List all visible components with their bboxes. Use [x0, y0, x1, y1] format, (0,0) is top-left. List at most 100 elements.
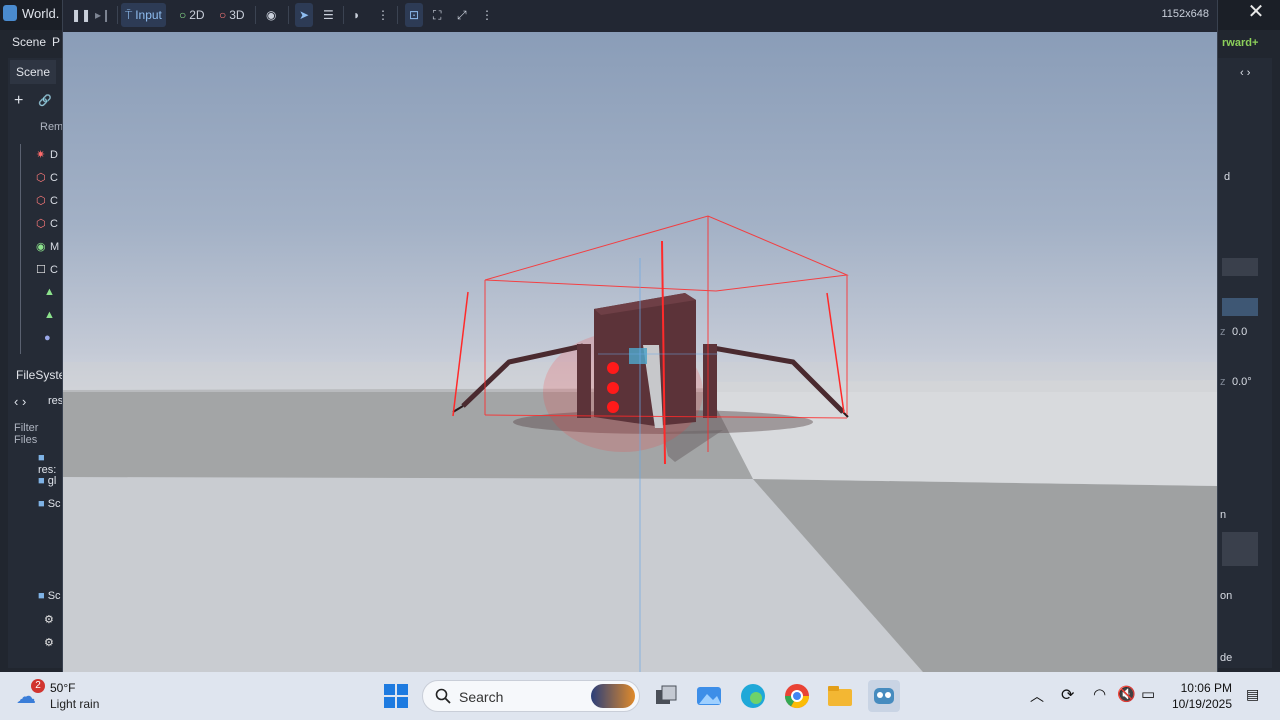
- robot-pillar: [577, 344, 591, 418]
- select-tool-button[interactable]: ➤: [295, 3, 314, 27]
- tree-item-label: D: [50, 149, 58, 161]
- list-icon: ☰: [323, 8, 334, 22]
- tree-item[interactable]: ⬡ C: [8, 192, 58, 214]
- folder-icon: ■: [38, 498, 45, 510]
- camera-icon: ☐: [36, 264, 46, 276]
- stretch-icon: ⤢: [457, 7, 467, 22]
- gear-icon: ⚙: [44, 614, 54, 626]
- fixed-size-button[interactable]: ⊡: [405, 3, 424, 27]
- mode-2d-label: 2D: [189, 8, 205, 22]
- game-window: ❚❚ ▸❙ ⍑ Input ○ 2D ○ 3D ◉ ➤ ☰ ◗ ⋮ ⊡ ⛶ ⤢ …: [62, 0, 1218, 672]
- value-field[interactable]: 0.0°: [1232, 376, 1252, 388]
- renderer-label[interactable]: rward+: [1222, 37, 1258, 49]
- folder-label: gl: [47, 475, 57, 487]
- tab-scene[interactable]: Scene: [10, 60, 57, 84]
- back-icon[interactable]: ‹ ›: [14, 394, 26, 409]
- separator: [343, 6, 344, 24]
- tree-item[interactable]: ⬡ C: [8, 169, 58, 191]
- notification-icon[interactable]: ▤: [1246, 686, 1259, 703]
- list-select-button[interactable]: ☰: [319, 3, 338, 27]
- taskbar-search[interactable]: Search: [422, 680, 640, 712]
- weather-desc: Light rain: [50, 697, 100, 711]
- close-icon[interactable]: ✕: [1246, 2, 1266, 22]
- tree-item[interactable]: ☐ C: [8, 261, 58, 283]
- keep-aspect-button[interactable]: ⛶: [429, 3, 445, 27]
- pin-icon: ⍑: [125, 7, 133, 22]
- task-view-button[interactable]: [650, 680, 682, 712]
- left-dock: Scene + 🔗 Rem ✷ D ⬡ C ⬡ C ⬡ C ◉ M ☐ C ▲ …: [8, 58, 76, 668]
- chrome-app[interactable]: [781, 680, 813, 712]
- light-icon: ✷: [36, 149, 46, 161]
- inspector-label: de: [1220, 652, 1233, 664]
- search-placeholder: Search: [459, 689, 504, 705]
- person-icon: ▲: [44, 286, 55, 298]
- clock-time[interactable]: 10:06 PM: [1181, 681, 1232, 695]
- start-button[interactable]: [380, 680, 412, 712]
- editor-title: World.: [22, 6, 60, 21]
- clock-date[interactable]: 10/19/2025: [1172, 697, 1232, 711]
- separator: [255, 6, 256, 24]
- volume-muted-icon[interactable]: 🔇: [1117, 685, 1136, 703]
- windows-icon: [384, 684, 408, 708]
- folder-icon: ■: [38, 475, 45, 487]
- history-icon[interactable]: ‹ ›: [1240, 67, 1250, 79]
- menu-scene[interactable]: Scene: [12, 35, 46, 49]
- mode-2d-button[interactable]: ○ 2D: [175, 3, 209, 27]
- add-node-icon[interactable]: +: [14, 92, 23, 110]
- mode-3d-button[interactable]: ○ 3D: [215, 3, 249, 27]
- inspector-field[interactable]: [1222, 548, 1258, 566]
- camera-override-button[interactable]: ◗: [349, 3, 364, 27]
- scene-render: [63, 215, 1217, 672]
- path-field[interactable]: res: [48, 395, 63, 407]
- folder-icon: ■: [38, 452, 45, 464]
- tree-item-label: C: [50, 195, 58, 207]
- input-button[interactable]: ⍑ Input: [121, 3, 166, 27]
- input-label: Input: [135, 8, 162, 22]
- value-field[interactable]: 0.0: [1232, 326, 1247, 338]
- stretch-button[interactable]: ⤢: [453, 3, 471, 27]
- tab-remote[interactable]: Rem: [40, 121, 63, 133]
- axis-z-label: z: [1220, 326, 1226, 338]
- chevron-up-icon[interactable]: ︿: [1030, 686, 1044, 706]
- folder-item[interactable]: ■ Sc: [38, 590, 61, 602]
- battery-icon[interactable]: ▭: [1141, 685, 1155, 703]
- photos-app[interactable]: [693, 680, 725, 712]
- resolution-label: 1152x648: [1161, 8, 1209, 20]
- embed-options-button[interactable]: ⋮: [477, 3, 497, 27]
- inspector-field[interactable]: [1222, 258, 1258, 276]
- folder-item[interactable]: ■ Sc: [38, 498, 61, 510]
- link-icon[interactable]: 🔗: [38, 94, 52, 107]
- game-viewport[interactable]: [63, 32, 1217, 672]
- next-frame-button[interactable]: ▸❙: [91, 3, 115, 27]
- folder-label: Sc: [47, 590, 61, 602]
- godot-icon: [3, 5, 17, 21]
- weather-badge: 2: [31, 679, 45, 693]
- visibility-button[interactable]: ◉: [262, 3, 280, 27]
- wifi-icon: ◉: [36, 241, 46, 253]
- cursor-icon: ➤: [299, 8, 310, 22]
- edge-app[interactable]: [737, 680, 769, 712]
- filter-files-input[interactable]: Filter Files: [14, 422, 62, 446]
- edge-icon: [741, 684, 765, 708]
- tree-item[interactable]: ⬡ C: [8, 215, 58, 237]
- tree-item[interactable]: ◉ M: [8, 238, 60, 260]
- folder-res[interactable]: ■ res:: [38, 452, 62, 476]
- file-explorer-app[interactable]: [824, 680, 856, 712]
- pause-icon: ❚❚: [71, 8, 92, 22]
- folder-item[interactable]: ■ gl: [38, 475, 56, 487]
- more-options-button[interactable]: ⋮: [373, 3, 393, 27]
- tree-item[interactable]: ✷ D: [8, 146, 58, 168]
- menu-project[interactable]: P: [52, 35, 60, 49]
- robot-eye: [607, 401, 619, 413]
- wifi-icon[interactable]: ◠: [1093, 685, 1106, 703]
- tree-item-label: M: [50, 241, 60, 253]
- godot-app[interactable]: [868, 680, 900, 712]
- inspector-label: n: [1220, 509, 1227, 521]
- embed-icon: ⊡: [409, 8, 420, 22]
- mesh-icon: ⬡: [36, 218, 46, 230]
- separator: [397, 6, 398, 24]
- sync-icon[interactable]: ⟳: [1061, 685, 1074, 705]
- inspector-field-selected[interactable]: [1222, 298, 1258, 316]
- robot-eye: [607, 362, 619, 374]
- mode-3d-label: 3D: [229, 8, 245, 22]
